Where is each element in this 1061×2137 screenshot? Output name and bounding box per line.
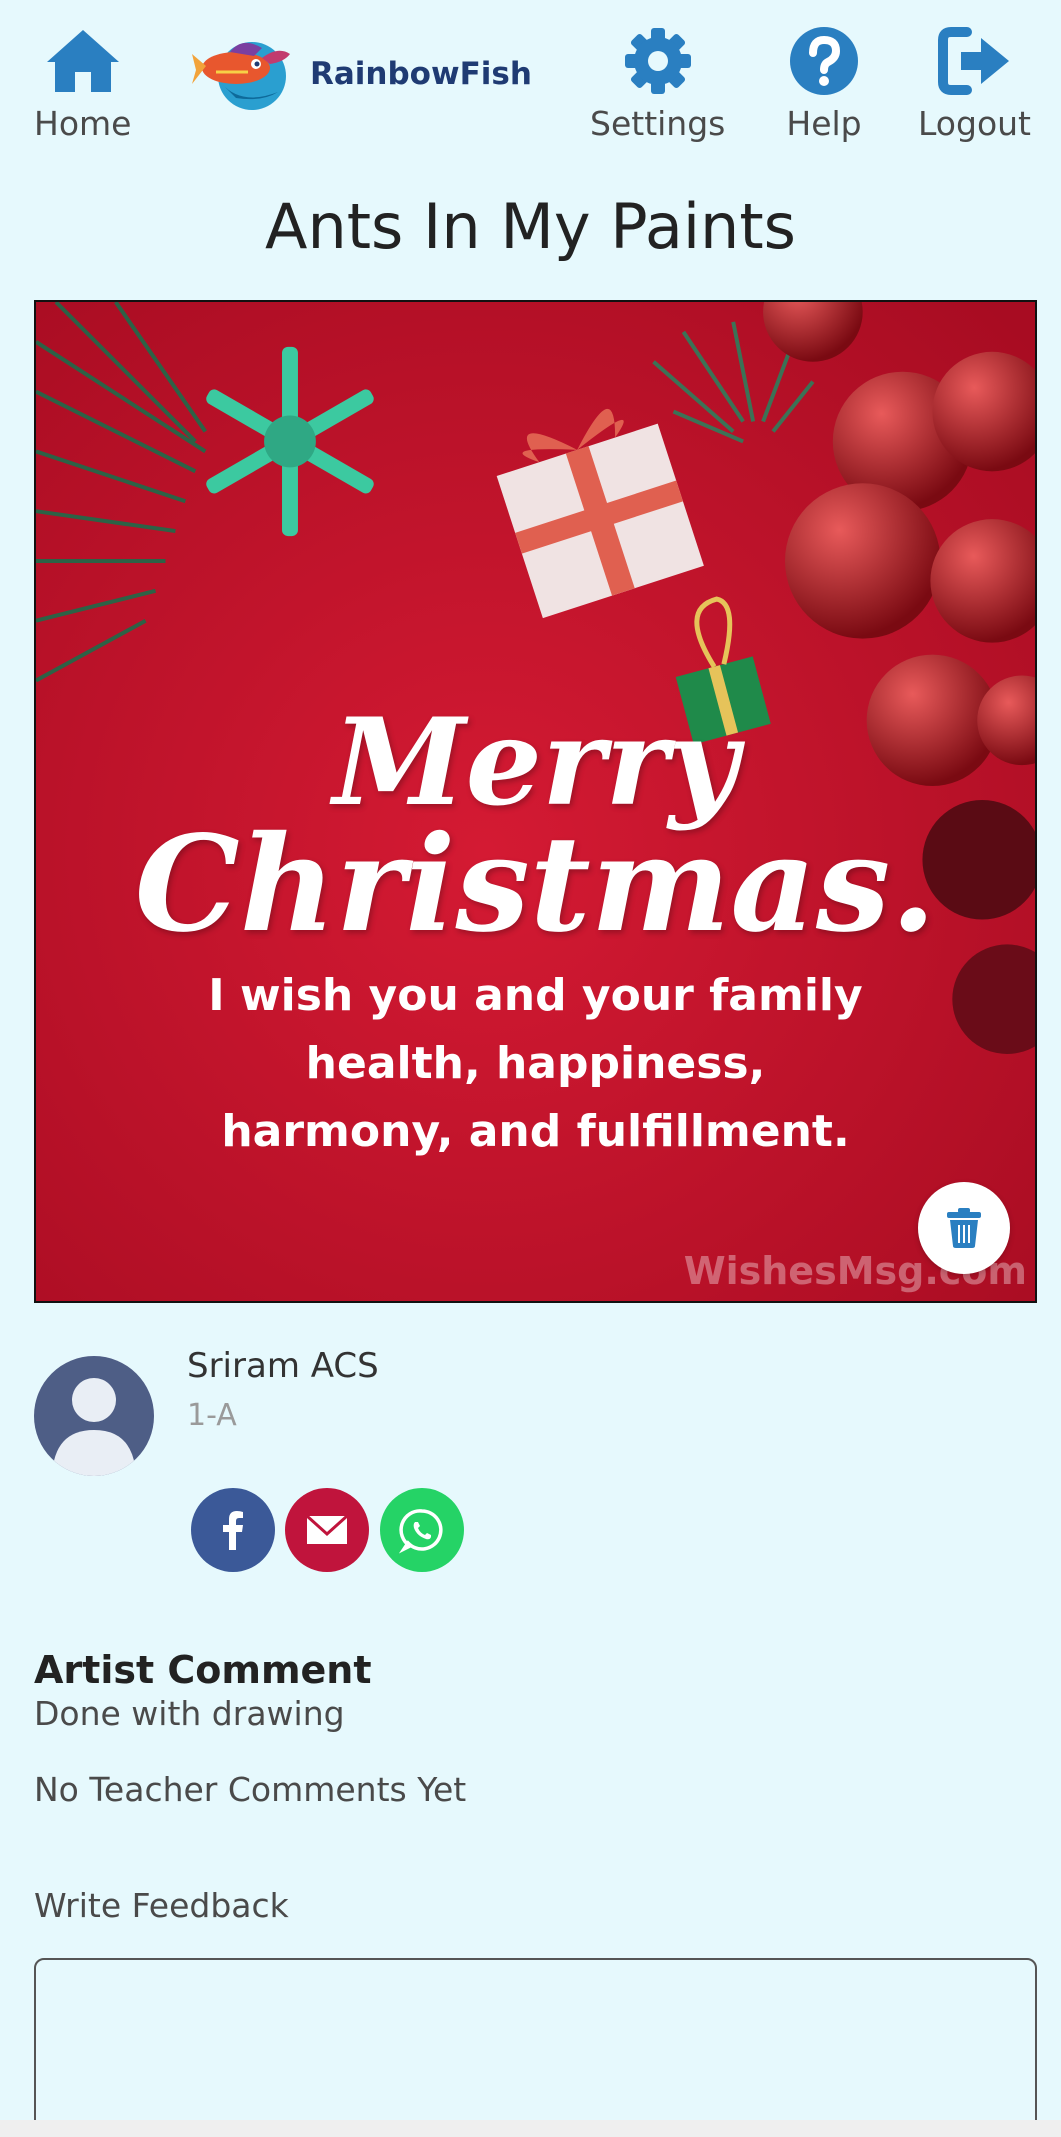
teacher-comment-text: No Teacher Comments Yet (34, 1770, 467, 1809)
feedback-input[interactable] (34, 1958, 1037, 2137)
gear-icon (624, 28, 691, 94)
nav-home-label: Home (34, 104, 132, 143)
trash-icon (947, 1208, 981, 1248)
artwork-text-message: I wish you and your family health, happi… (208, 970, 863, 1157)
page-title: Ants In My Paints (265, 190, 796, 263)
top-nav: Home RainbowFish Settings Help Logout (0, 0, 1061, 160)
artist-comment-heading: Artist Comment (34, 1648, 372, 1692)
nav-settings[interactable]: Settings (590, 26, 725, 143)
nav-logout-label: Logout (918, 104, 1031, 143)
user-avatar-icon (34, 1356, 154, 1476)
share-email-button[interactable] (285, 1488, 369, 1572)
nav-home[interactable]: Home (34, 26, 131, 143)
author-name: Sriram ACS (187, 1346, 379, 1386)
share-whatsapp-button[interactable] (380, 1488, 464, 1572)
nav-settings-label: Settings (590, 104, 726, 143)
nav-help[interactable]: Help (786, 26, 862, 143)
author-class: 1-A (187, 1398, 237, 1433)
help-icon (790, 27, 858, 95)
facebook-icon (223, 1511, 243, 1550)
bottom-bar (0, 2120, 1061, 2137)
whatsapp-icon (398, 1509, 443, 1554)
home-icon (46, 30, 119, 92)
artist-comment-text: Done with drawing (34, 1694, 345, 1733)
share-facebook-button[interactable] (191, 1488, 275, 1572)
nav-logout[interactable]: Logout (918, 26, 1031, 143)
logout-icon (937, 27, 1009, 95)
logo[interactable]: RainbowFish (192, 36, 532, 112)
artwork-image: Merry Christmas. I wish you and your fam… (34, 300, 1037, 1303)
avatar (34, 1356, 154, 1476)
rainbowfish-logo-icon (192, 42, 290, 110)
nav-help-label: Help (786, 104, 862, 143)
email-icon (305, 1514, 349, 1544)
artwork-text-christmas: Christmas. (134, 807, 937, 962)
delete-button[interactable] (918, 1182, 1010, 1274)
feedback-label: Write Feedback (34, 1886, 289, 1925)
logo-text: RainbowFish (310, 56, 532, 92)
